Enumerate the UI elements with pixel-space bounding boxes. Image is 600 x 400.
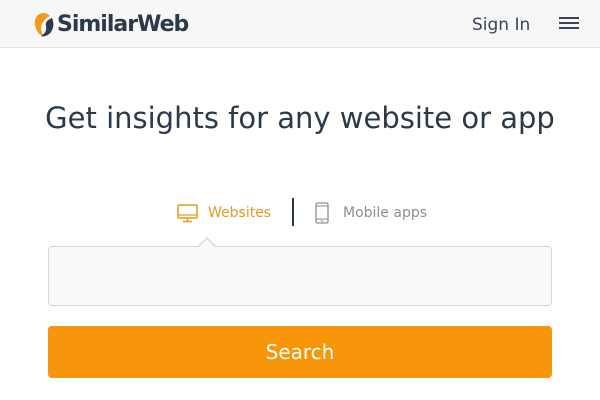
tab-mobile-apps-label: Mobile apps	[343, 205, 428, 221]
tab-divider	[292, 198, 294, 226]
desktop-monitor-icon	[177, 203, 198, 222]
tab-mobile-apps[interactable]: Mobile apps	[314, 196, 427, 230]
page-headline: Get insights for any website or app	[45, 101, 555, 135]
search-button[interactable]: Search	[48, 326, 552, 378]
logo-text: SimilarWeb	[57, 12, 189, 37]
tab-websites[interactable]: Websites	[177, 196, 271, 230]
search-input-container	[48, 246, 552, 306]
active-tab-pointer-fill	[199, 239, 215, 247]
mobile-phone-icon	[315, 202, 329, 224]
sign-in-link[interactable]: Sign In	[472, 14, 530, 36]
tab-websites-label: Websites	[208, 205, 272, 221]
similarweb-logo-mark-icon	[34, 13, 54, 37]
search-type-tabs: Websites Mobile apps	[0, 196, 600, 230]
top-header: SimilarWeb Sign In	[0, 0, 600, 48]
similarweb-logo[interactable]: SimilarWeb	[33, 11, 189, 39]
search-input[interactable]	[49, 247, 551, 305]
hamburger-menu-icon[interactable]	[559, 16, 581, 32]
